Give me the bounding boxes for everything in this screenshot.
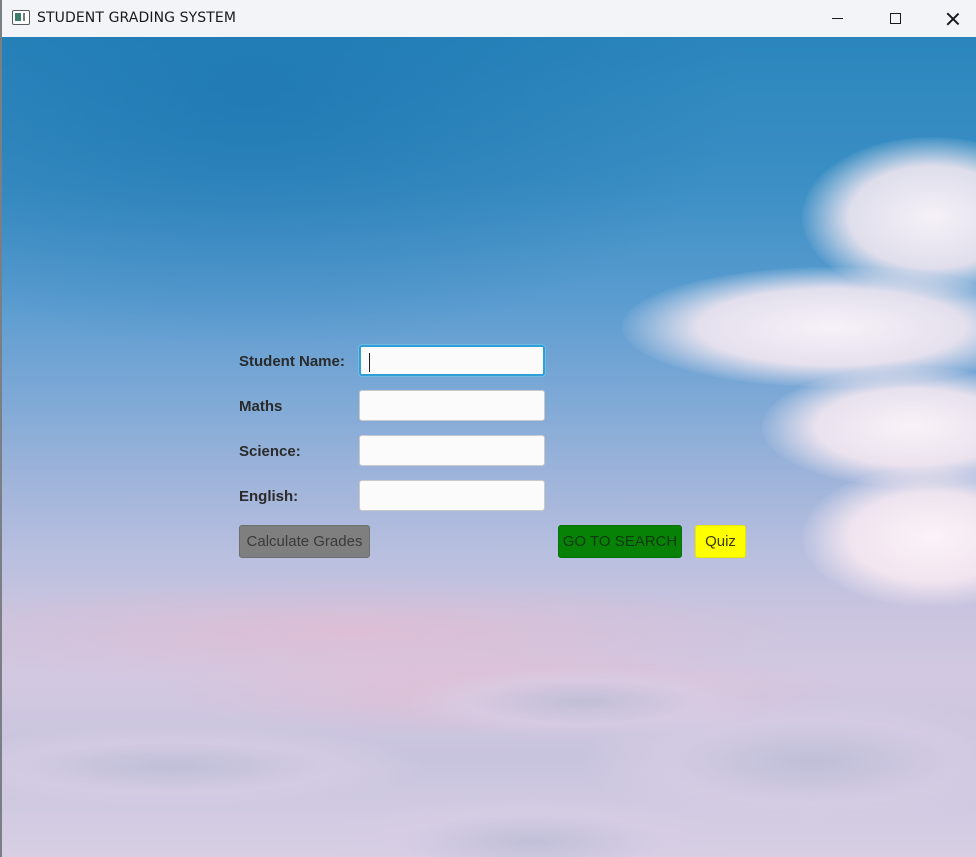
title-bar[interactable]: STUDENT GRADING SYSTEM [2,0,976,37]
science-input[interactable] [359,435,545,466]
english-input[interactable] [359,480,545,511]
science-label: Science: [239,443,301,460]
maths-label: Maths [239,398,283,415]
go-to-search-button[interactable]: GO TO SEARCH [558,525,682,558]
calculate-grades-button[interactable]: Calculate Grades [239,525,370,558]
student-name-label: Student Name: [239,353,345,370]
maximize-button[interactable] [866,0,924,37]
student-name-input[interactable] [359,345,545,376]
maximize-icon [889,13,901,24]
minimize-icon [831,17,843,20]
text-caret [369,353,370,372]
maths-input[interactable] [359,390,545,421]
close-button[interactable] [924,0,976,37]
app-window: STUDENT GRADING SYSTEM Student Name: Mat… [0,0,976,857]
english-label: English: [239,488,299,505]
app-window-icon [12,10,30,25]
quiz-button[interactable]: Quiz [695,525,746,558]
close-icon [946,12,960,26]
minimize-button[interactable] [808,0,866,37]
window-title: STUDENT GRADING SYSTEM [37,10,237,26]
